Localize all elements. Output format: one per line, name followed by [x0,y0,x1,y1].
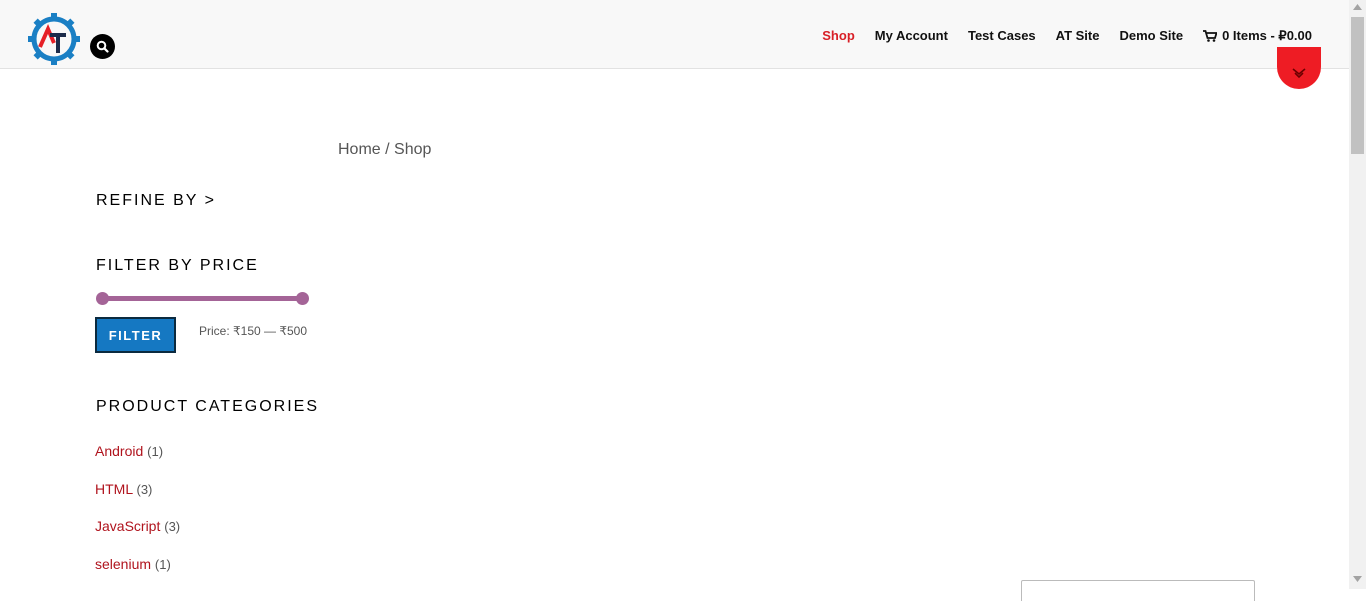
price-range-slider[interactable] [96,291,309,305]
cart-summary: 0 Items - ₽0.00 [1222,28,1312,43]
category-count: (3) [164,519,181,534]
breadcrumb-separator: / [380,141,395,158]
breadcrumb: Home / Shop [338,141,431,159]
page-scrollbar[interactable] [1349,0,1366,589]
site-header: Shop My Account Test Cases AT Site Demo … [0,0,1349,69]
price-slider-track [102,296,303,301]
site-logo[interactable] [28,13,80,65]
price-range-label: Price: ₹150 — ₹500 [199,324,307,338]
nav-item-demo-site[interactable]: Demo Site [1119,28,1183,44]
refine-by-title[interactable]: REFINE BY > [96,192,216,210]
cart-icon [1203,30,1218,42]
category-link-selenium[interactable]: selenium [95,556,151,572]
scroll-down-button[interactable] [1277,47,1321,89]
nav-item-my-account[interactable]: My Account [875,28,948,44]
category-list: Android (1) HTML (3) JavaScript (3) sele… [95,443,180,593]
list-item: JavaScript (3) [95,518,180,556]
search-icon [96,40,109,53]
list-item: HTML (3) [95,481,180,519]
category-count: (1) [147,444,164,459]
category-count: (1) [154,556,171,572]
category-count: (3) [136,481,153,497]
product-card-edge [1021,580,1255,601]
category-link-html[interactable]: HTML [95,481,133,497]
breadcrumb-current: Shop [394,141,432,158]
scroll-down-arrow-icon[interactable] [1353,576,1362,582]
nav-item-at-site[interactable]: AT Site [1056,28,1100,44]
category-link-javascript[interactable]: JavaScript [95,518,160,534]
nav-item-test-cases[interactable]: Test Cases [968,28,1036,44]
price-slider-min-handle[interactable] [96,292,109,305]
search-button[interactable] [90,34,115,59]
category-link-android[interactable]: Android [95,443,143,459]
product-categories-title: PRODUCT CATEGORIES [96,398,319,415]
scroll-up-arrow-icon[interactable] [1353,4,1362,10]
chevron-down-icon [1292,68,1306,79]
nav-item-shop[interactable]: Shop [822,28,855,44]
filter-by-price-title: FILTER BY PRICE [96,257,259,274]
filter-button[interactable]: FILTER [95,317,176,353]
price-slider-max-handle[interactable] [296,292,309,305]
list-item: selenium (1) [95,556,180,594]
list-item: Android (1) [95,443,180,481]
gear-logo-icon [28,13,80,65]
cart-link[interactable]: 0 Items - ₽0.00 [1203,28,1312,44]
main-nav: Shop My Account Test Cases AT Site Demo … [802,28,1312,44]
breadcrumb-home-link[interactable]: Home [338,141,381,158]
scrollbar-thumb[interactable] [1351,17,1364,154]
